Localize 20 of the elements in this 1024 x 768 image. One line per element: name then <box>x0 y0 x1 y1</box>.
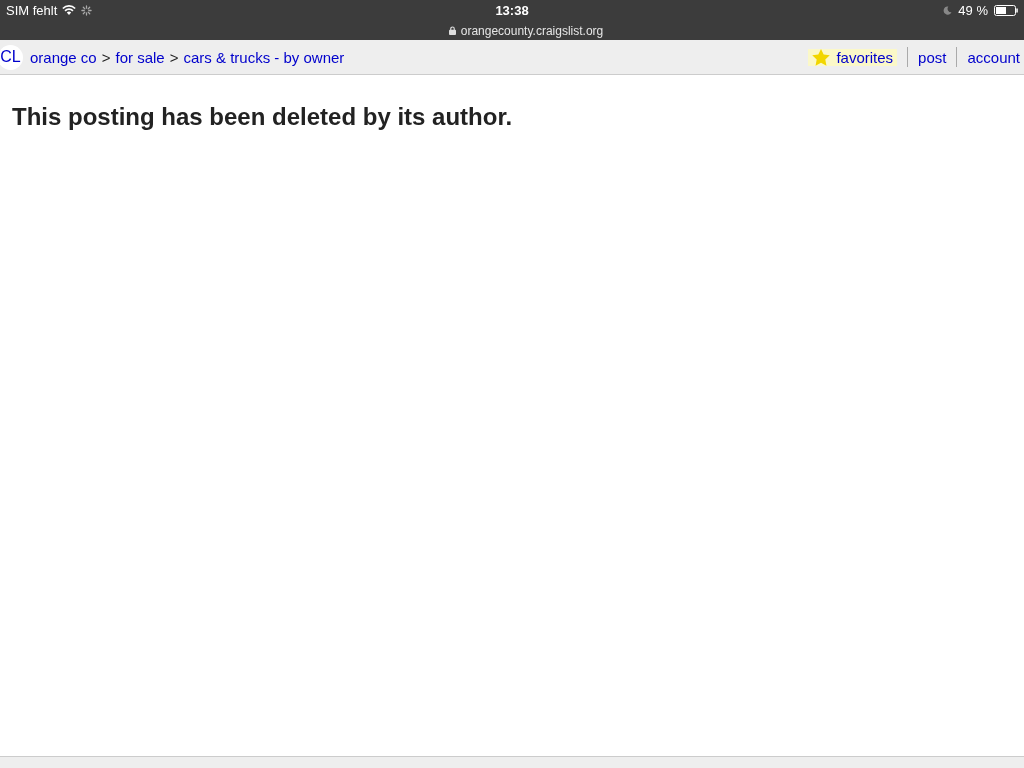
address-bar[interactable]: orangecounty.craigslist.org <box>420 21 604 40</box>
breadcrumb-separator: > <box>169 48 179 66</box>
battery-icon <box>994 5 1018 16</box>
breadcrumb-separator: > <box>101 48 111 66</box>
breadcrumb-link[interactable]: cars & trucks - by owner <box>183 48 345 66</box>
lock-icon <box>448 26 456 35</box>
wifi-icon <box>62 5 77 16</box>
breadcrumb-link[interactable]: orange co <box>30 48 97 66</box>
site-logo[interactable]: CL <box>0 44 23 70</box>
star-icon <box>812 48 831 66</box>
moon-icon <box>943 6 953 15</box>
nav-link[interactable]: post <box>914 48 951 66</box>
carrier-label: SIM fehlt <box>6 3 58 18</box>
clock-time: 13:38 <box>495 3 529 18</box>
battery-percent: 49 % <box>958 3 988 18</box>
favorites-link[interactable]: favorites <box>808 48 898 66</box>
breadcrumb-link[interactable]: for sale <box>115 48 165 66</box>
nav-link[interactable]: account <box>963 48 1024 66</box>
deleted-message: This posting has been deleted by its author. <box>12 103 514 131</box>
loading-icon <box>81 5 93 16</box>
